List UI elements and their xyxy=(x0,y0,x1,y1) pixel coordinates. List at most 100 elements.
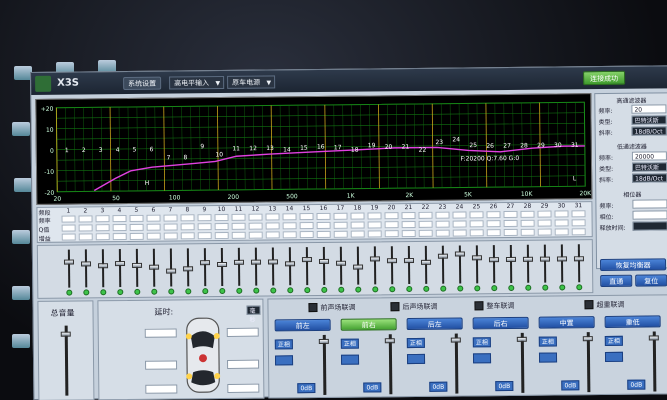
band-param-cell[interactable] xyxy=(537,210,552,218)
master-volume-knob[interactable] xyxy=(60,331,71,337)
band-enable-led[interactable] xyxy=(134,288,141,295)
band-param-cell[interactable] xyxy=(486,229,501,237)
band-slider-knob[interactable] xyxy=(454,251,465,257)
band-param-cell[interactable] xyxy=(265,231,280,239)
band-param-cell[interactable] xyxy=(299,222,314,230)
delay-front-right-input[interactable] xyxy=(226,327,259,337)
band-param-cell[interactable] xyxy=(95,224,110,232)
band-param-cell[interactable] xyxy=(367,221,382,229)
band-slider-knob[interactable] xyxy=(183,266,194,272)
phase-button[interactable]: 正相 xyxy=(538,336,557,347)
band-param-cell[interactable] xyxy=(571,228,586,236)
whole-link-checkbox[interactable] xyxy=(474,301,484,311)
release-time-dropdown[interactable] xyxy=(632,221,667,231)
power-mode-dropdown[interactable]: 原车电源 ▼ xyxy=(227,75,276,89)
band-param-cell[interactable] xyxy=(384,221,399,229)
band-enable-led[interactable] xyxy=(542,284,549,291)
band-enable-led[interactable] xyxy=(270,287,277,294)
band-param-cell[interactable] xyxy=(316,212,331,221)
restore-eq-button[interactable]: 恢复均衡器 xyxy=(599,258,667,272)
band-param-cell[interactable] xyxy=(180,232,195,240)
band-param-cell[interactable] xyxy=(486,220,501,228)
hp-slope-dropdown[interactable]: 18dB/Oct xyxy=(631,126,667,136)
band-param-cell[interactable] xyxy=(180,223,195,231)
rear-link-checkbox[interactable] xyxy=(390,302,400,312)
band-param-cell[interactable] xyxy=(61,215,76,223)
band-param-cell[interactable] xyxy=(146,214,161,222)
band-enable-led[interactable] xyxy=(168,288,175,295)
band-slider-knob[interactable] xyxy=(471,255,482,261)
output-channel-button[interactable]: 前右 xyxy=(340,318,397,331)
band-param-cell[interactable] xyxy=(61,224,76,232)
eq-graph[interactable]: +20 10 0 -10 -20 20 50 100 200 500 1K 2K 5K 10K 20K 1 2 3… xyxy=(35,93,593,205)
band-param-cell[interactable] xyxy=(435,220,450,228)
output-channel-button[interactable]: 前左 xyxy=(274,318,331,332)
band-param-cell[interactable] xyxy=(350,230,365,238)
delay-rear-left-input[interactable] xyxy=(145,360,178,370)
band-slider-knob[interactable] xyxy=(199,260,211,266)
band-param-cell[interactable] xyxy=(520,210,535,218)
band-param-cell[interactable] xyxy=(163,214,178,222)
band-param-cell[interactable] xyxy=(112,214,127,223)
band-param-cell[interactable] xyxy=(520,219,535,227)
band-param-cell[interactable] xyxy=(384,230,399,238)
band-param-cell[interactable] xyxy=(282,213,297,221)
band-param-cell[interactable] xyxy=(418,220,433,228)
band-param-cell[interactable] xyxy=(214,213,229,222)
band-param-cell[interactable] xyxy=(350,212,365,220)
band-slider-knob[interactable] xyxy=(539,256,551,262)
band-param-cell[interactable] xyxy=(248,222,263,230)
desktop-icon[interactable] xyxy=(12,230,30,244)
band-param-cell[interactable] xyxy=(435,229,450,237)
band-slider-knob[interactable] xyxy=(149,264,160,270)
band-enable-led[interactable] xyxy=(304,287,311,294)
channel-volume-knob[interactable] xyxy=(516,336,527,342)
band-enable-led[interactable] xyxy=(253,287,260,294)
band-slider-knob[interactable] xyxy=(556,256,568,262)
band-param-cell[interactable] xyxy=(95,233,110,241)
band-slider-knob[interactable] xyxy=(80,261,92,267)
band-enable-led[interactable] xyxy=(576,284,583,291)
phase-value-input[interactable] xyxy=(632,210,667,220)
band-param-cell[interactable] xyxy=(554,228,569,236)
output-channel-button[interactable]: 后左 xyxy=(406,317,463,331)
band-param-cell[interactable] xyxy=(197,223,212,231)
channel-volume-knob[interactable] xyxy=(582,336,593,342)
band-param-cell[interactable] xyxy=(503,210,518,219)
reset-button[interactable]: 复位 xyxy=(635,274,667,287)
mute-button[interactable] xyxy=(604,351,624,362)
band-slider-knob[interactable] xyxy=(437,253,448,259)
band-param-cell[interactable] xyxy=(418,229,433,237)
band-enable-led[interactable] xyxy=(508,284,515,292)
sub-link-checkbox[interactable] xyxy=(584,300,594,310)
output-channel-button[interactable]: 重低 xyxy=(604,315,661,328)
band-slider-knob[interactable] xyxy=(301,257,313,263)
band-param-cell[interactable] xyxy=(197,232,212,240)
phase-button[interactable]: 正相 xyxy=(604,335,623,346)
band-param-cell[interactable] xyxy=(333,212,348,220)
band-slider-knob[interactable] xyxy=(63,259,75,265)
band-param-cell[interactable] xyxy=(129,232,144,240)
front-link-checkbox[interactable] xyxy=(308,303,318,313)
band-param-cell[interactable] xyxy=(333,221,348,229)
band-param-cell[interactable] xyxy=(214,222,229,231)
band-enable-led[interactable] xyxy=(559,284,566,291)
band-param-cell[interactable] xyxy=(401,211,416,220)
band-param-cell[interactable] xyxy=(333,230,348,238)
band-param-cell[interactable] xyxy=(401,220,416,229)
band-param-cell[interactable] xyxy=(554,219,569,227)
band-param-cell[interactable] xyxy=(367,230,382,238)
band-param-cell[interactable] xyxy=(129,223,144,231)
band-slider-knob[interactable] xyxy=(132,262,143,268)
band-slider-knob[interactable] xyxy=(353,264,364,270)
band-param-cell[interactable] xyxy=(384,212,399,220)
band-slider-knob[interactable] xyxy=(267,259,279,265)
band-slider-knob[interactable] xyxy=(166,268,177,274)
band-param-cell[interactable] xyxy=(469,220,484,228)
band-param-cell[interactable] xyxy=(452,229,467,237)
mute-button[interactable] xyxy=(538,352,558,363)
delay-rear-right-input[interactable] xyxy=(227,359,260,369)
band-enable-led[interactable] xyxy=(474,285,481,292)
output-channel-button[interactable]: 后右 xyxy=(472,316,529,330)
band-slider-knob[interactable] xyxy=(217,261,228,268)
